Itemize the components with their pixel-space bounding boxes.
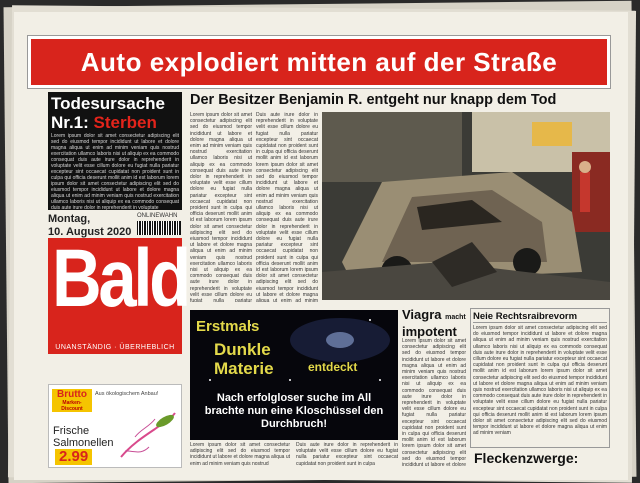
ad-brand-name: Brutto <box>57 389 87 400</box>
death-title-line1: Todesursache <box>51 94 166 113</box>
ad-product-line1: Frische <box>53 425 90 437</box>
logo-tagline: UNANSTÄNDIG · ÜBERHEBLICH <box>55 344 175 351</box>
ad-brand: Brutto Marken-Discount <box>52 389 92 412</box>
viagra-article-text: Lorem ipsum dolor sit amet consectetur a… <box>402 338 466 468</box>
subheadline: Der Besitzer Benjamin R. entgeht nur kna… <box>190 92 557 108</box>
rechts-box: Neie Rechtsraibrevorm Lorem ipsum dolor … <box>470 308 610 448</box>
death-title: Todesursache Nr.1: Sterben <box>48 92 182 132</box>
ad-small-text: Aus ökologischem Anbau! <box>95 391 159 397</box>
viagra-title1-small: macht <box>445 314 466 321</box>
space-article-text-2: Duis aute irure dolor in reprehenderit i… <box>296 442 398 467</box>
viagra-headline: Viagra macht impotent <box>402 308 466 339</box>
space-line1: Erstmals <box>196 318 260 335</box>
headline: Auto explodiert mitten auf der Straße <box>80 47 558 77</box>
space-article-text-1: Lorem ipsum dolor sit amet consectetur a… <box>190 442 290 467</box>
death-title-prefix: Nr.1: <box>51 113 89 132</box>
ad-price: 2.99 <box>55 449 93 465</box>
article-column-2: Duis aute irure dolor in reprehenderit i… <box>256 112 318 302</box>
viagra-title1: Viagra <box>402 307 442 322</box>
logo-text: Bald <box>52 233 191 324</box>
rechts-text: Lorem ipsum dolor sit amet consectetur a… <box>473 325 607 437</box>
dark-matter-panel: Erstmals Dunkle Materie entdeckt Nach er… <box>190 310 398 440</box>
death-filler-text: Lorem ipsum dolor sit amet consectetur a… <box>51 133 179 211</box>
headline-banner: Auto explodiert mitten auf der Straße <box>27 35 611 89</box>
salmonella-bacteria-icon <box>120 412 176 458</box>
flecken-headline: Fleckenzwerge: <box>474 450 579 466</box>
space-line2: Dunkle Materie <box>214 340 274 378</box>
rechts-title: Neie Rechtsraibrevorm <box>473 311 607 323</box>
space-line3: entdeckt <box>308 360 358 374</box>
ad-product: Frische Salmonellen <box>53 425 114 449</box>
car-photo-drawing <box>322 112 610 300</box>
date-line1: Montag, <box>48 213 91 225</box>
space-line2b: Materie <box>214 359 274 378</box>
viagra-title2: impotent <box>402 324 457 339</box>
death-cause-box: Todesursache Nr.1: Sterben Lorem ipsum d… <box>48 92 182 211</box>
space-line2a: Dunkle <box>214 340 271 359</box>
advertisement: Brutto Marken-Discount Aus ökologischem … <box>48 384 182 468</box>
article-column-1: Lorem ipsum dolor sit amet consectetur a… <box>190 112 252 302</box>
car-explosion-photo <box>322 112 610 300</box>
ad-brand-sub: Marken-Discount <box>61 400 83 412</box>
online-label: ONLINEWAHN <box>137 213 178 219</box>
masthead-logo: Bald UNANSTÄNDIG · ÜBERHEBLICH <box>48 233 191 354</box>
death-title-red: Sterben <box>93 113 157 132</box>
space-deck: Nach erfolgloser suche im All brachte nu… <box>204 392 384 430</box>
